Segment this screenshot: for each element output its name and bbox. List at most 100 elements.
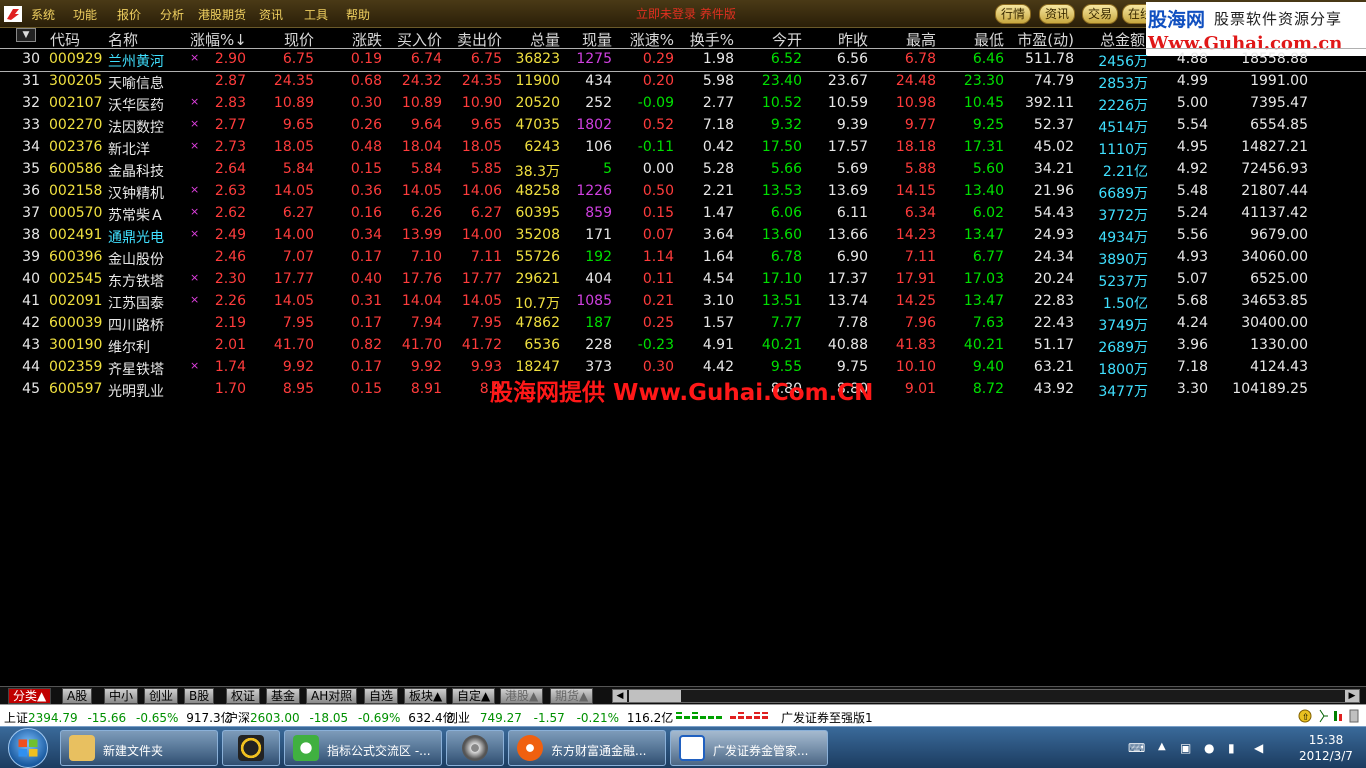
cell-name[interactable]: 维尔利 [108,337,150,357]
tab-3[interactable]: 创业 [144,688,179,704]
col-name[interactable]: 名称 [108,29,138,50]
start-button[interactable] [8,728,48,768]
table-row[interactable]: 37 000570 苏常柴Ａ × 2.62 6.27 0.16 6.26 6.27 60395 85… [0,203,1366,225]
taskbar-media[interactable] [446,730,504,766]
qq-tray-icon[interactable]: ● [1204,741,1214,755]
usb-icon[interactable]: ▣ [1180,741,1191,755]
col-pct-change[interactable]: 涨幅%↓ [190,29,247,50]
menu-hk-futures[interactable]: 港股期货 [198,6,246,23]
col-open[interactable]: 今开 [756,29,802,50]
tray-expand-icon[interactable]: ▲ [1158,741,1166,752]
tab-4[interactable]: B股 [184,688,215,704]
menu-quote[interactable]: 报价 [117,6,141,23]
col-bid[interactable]: 买入价 [386,29,442,50]
cell-code[interactable]: 600039 [49,315,102,331]
table-row[interactable]: 40 002545 东方铁塔 × 2.30 17.77 0.40 17.76 17.77 2962… [0,269,1366,291]
cell-code[interactable]: 002491 [49,227,102,243]
taskbar-gf-securities[interactable]: 广发证券金管家... [670,730,828,766]
menu-function[interactable]: 功能 [73,6,97,23]
cell-name[interactable]: 四川路桥 [108,315,164,335]
cell-name[interactable]: 金山股份 [108,249,164,269]
cell-code[interactable]: 002545 [49,271,102,287]
scroll-left-icon[interactable]: ◀ [613,690,627,702]
tab-2[interactable]: 中小 [104,688,139,704]
cell-code[interactable]: 600396 [49,249,102,265]
tab-9[interactable]: 板块▲ [404,688,448,704]
taskbar-folder[interactable]: 新建文件夹 [60,730,218,766]
cell-name[interactable]: 金晶科技 [108,161,164,181]
table-row[interactable]: 35 600586 金晶科技 2.64 5.84 0.15 5.84 5.85 38.3万 5 0.… [0,159,1366,181]
table-row[interactable]: 41 002091 江苏国泰 × 2.26 14.05 0.31 14.04 14.05 10.7… [0,291,1366,313]
tab-8[interactable]: 自选 [364,688,399,704]
cell-code[interactable]: 002158 [49,183,102,199]
index-sh[interactable]: 上证2394.79 -15.66 -0.65% 917.3亿 [4,709,233,726]
network-icon[interactable]: ▮ [1228,741,1235,755]
cell-name[interactable]: 通鼎光电 [108,227,164,247]
cell-name[interactable]: 光明乳业 [108,381,164,401]
cell-name[interactable]: 沃华医药 [108,95,164,115]
scroll-right-icon[interactable]: ▶ [1345,690,1359,702]
scroll-thumb[interactable] [629,690,681,702]
horizontal-scrollbar[interactable]: ◀ ▶ [612,689,1360,703]
table-row[interactable]: 36 002158 汉钟精机 × 2.63 14.05 0.36 14.05 14.06 4825… [0,181,1366,203]
news-button[interactable]: 资讯 [1039,4,1076,24]
menu-help[interactable]: 帮助 [346,6,370,23]
col-speed[interactable]: 涨速% [620,29,674,50]
taskbar-browser[interactable]: 指标公式交流区 -... [284,730,442,766]
taskbar-eastmoney[interactable]: 东方财富通金融... [508,730,666,766]
sort-toggle-button[interactable]: ▼ [16,28,36,42]
cell-name[interactable]: 江苏国泰 [108,293,164,313]
index-cy[interactable]: 创业 749.27 -1.57 -0.21% 116.2亿 [446,709,673,726]
cell-name[interactable]: 苏常柴Ａ [108,205,164,225]
table-row[interactable]: 39 600396 金山股份 2.46 7.07 0.17 7.10 7.11 55726 192… [0,247,1366,269]
cell-code[interactable]: 300205 [49,73,102,89]
cell-code[interactable]: 000929 [49,51,102,67]
col-cur-volume[interactable]: 现量 [566,29,612,50]
cell-name[interactable]: 齐星铁塔 [108,359,164,379]
tab-10[interactable]: 自定▲ [452,688,496,704]
index-hs[interactable]: 沪深2603.00 -18.05 -0.69% 632.4亿 [226,709,455,726]
menu-system[interactable]: 系统 [31,6,55,23]
table-row[interactable]: 32 002107 沃华医药 × 2.83 10.89 0.30 10.89 10.90 2052… [0,93,1366,115]
taskbar-qq[interactable] [222,730,280,766]
table-row[interactable]: 31 300205 天喻信息 2.87 24.35 0.68 24.32 24.35 11900… [0,71,1366,93]
cell-code[interactable]: 600597 [49,381,102,397]
col-prev-close[interactable]: 昨收 [822,29,868,50]
table-row[interactable]: 30 000929 兰州黄河 × 2.90 6.75 0.19 6.74 6.75 36823 12… [0,48,1366,72]
cell-code[interactable]: 002091 [49,293,102,309]
col-turnover[interactable]: 换手% [680,29,734,50]
table-row[interactable]: 43 300190 维尔利 2.01 41.70 0.82 41.70 41.72 6536 22… [0,335,1366,357]
cell-code[interactable]: 300190 [49,337,102,353]
system-clock[interactable]: 15:38 2012/3/7 [1290,732,1362,764]
cell-code[interactable]: 002270 [49,117,102,133]
col-change[interactable]: 涨跌 [330,29,382,50]
table-row[interactable]: 42 600039 四川路桥 2.19 7.95 0.17 7.94 7.95 47862 187… [0,313,1366,335]
keyboard-icon[interactable]: ⌨ [1128,741,1145,755]
cell-code[interactable]: 000570 [49,205,102,221]
col-pe[interactable]: 市盈(动) [1012,29,1074,50]
tab-6[interactable]: 基金 [266,688,301,704]
tab-11[interactable]: 港股▲ [500,688,544,704]
cell-code[interactable]: 002359 [49,359,102,375]
menu-news[interactable]: 资讯 [259,6,283,23]
col-amount[interactable]: 总金额 [1100,29,1145,50]
col-volume[interactable]: 总量 [510,29,560,50]
tab-7[interactable]: AH对照 [306,688,358,704]
cell-name[interactable]: 天喻信息 [108,73,164,93]
cell-code[interactable]: 600586 [49,161,102,177]
col-ask[interactable]: 卖出价 [446,29,502,50]
volume-icon[interactable]: ◀ [1254,741,1263,755]
tab-5[interactable]: 权证 [226,688,261,704]
col-code[interactable]: 代码 [50,29,80,50]
cell-code[interactable]: 002107 [49,95,102,111]
cell-name[interactable]: 法因数控 [108,117,164,137]
tab-0[interactable]: 分类▲ [8,688,52,704]
cell-code[interactable]: 002376 [49,139,102,155]
tab-12[interactable]: 期货▲ [550,688,594,704]
col-high[interactable]: 最高 [890,29,936,50]
col-low[interactable]: 最低 [958,29,1004,50]
quote-button[interactable]: 行情 [995,4,1032,24]
menu-analysis[interactable]: 分析 [160,6,184,23]
table-row[interactable]: 38 002491 通鼎光电 × 2.49 14.00 0.34 13.99 14.00 3520… [0,225,1366,247]
cell-name[interactable]: 东方铁塔 [108,271,164,291]
